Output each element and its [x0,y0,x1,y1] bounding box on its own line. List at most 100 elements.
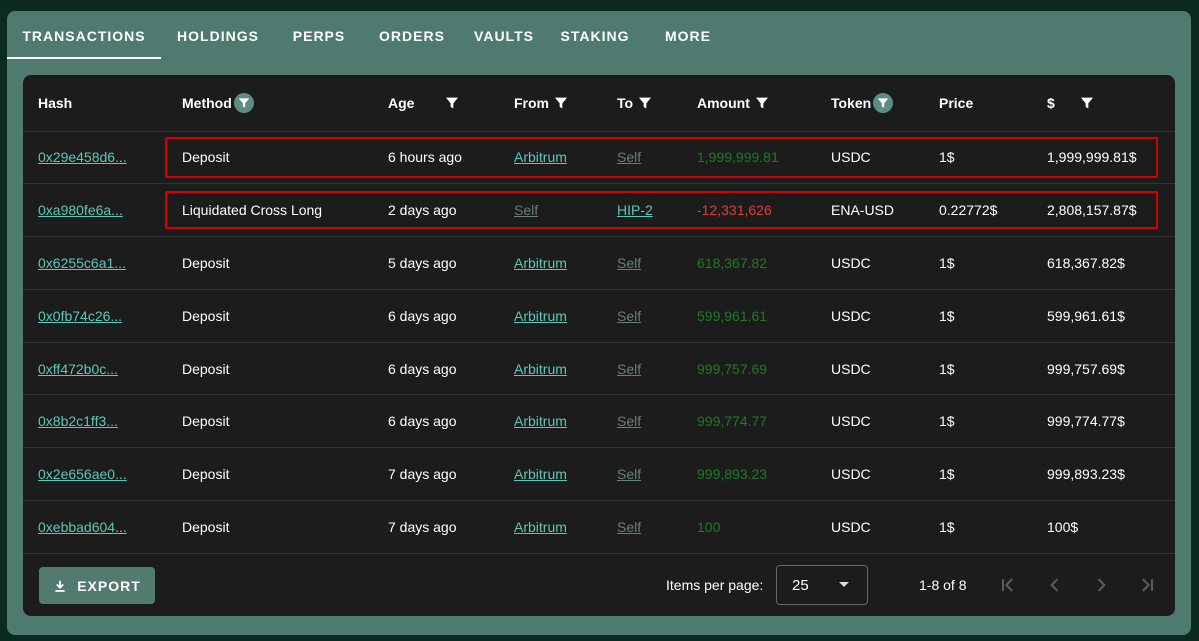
method-cell: Deposit [182,394,388,449]
age-cell: 2 days ago [388,183,514,238]
usd-cell: 999,774.77$ [1047,394,1175,449]
pagination-range: 1-8 of 8 [919,577,967,593]
filter-icon[interactable] [635,93,655,113]
from-link[interactable]: Arbitrum [514,519,567,535]
next-page-icon [1097,578,1106,592]
to-link[interactable]: HIP-2 [617,202,653,218]
tab-bar: TRANSACTIONS HOLDINGS PERPS ORDERS VAULT… [7,11,1191,59]
to-link[interactable]: Self [617,466,641,482]
price-cell: 1$ [939,447,1047,502]
from-link[interactable]: Arbitrum [514,466,567,482]
token-cell: USDC [831,394,939,449]
age-cell: 6 days ago [388,342,514,396]
method-cell: Deposit [182,289,388,343]
method-cell: Deposit [182,131,388,185]
transactions-panel: Hash Method Age From To Amount Token Pri… [23,75,1175,616]
age-cell: 7 days ago [388,500,514,554]
table-row: 0x29e458d6... Deposit 6 hours ago Arbitr… [23,131,1175,185]
method-cell: Deposit [182,447,388,502]
method-cell: Deposit [182,342,388,396]
tab-holdings[interactable]: HOLDINGS [161,11,275,59]
first-page-button[interactable] [996,573,1020,597]
to-link[interactable]: Self [617,255,641,271]
amount-cell: 100 [697,500,831,554]
from-link[interactable]: Arbitrum [514,361,567,377]
tab-vaults[interactable]: VAULTS [461,11,547,59]
method-cell: Deposit [182,500,388,554]
tab-orders[interactable]: ORDERS [363,11,461,59]
amount-cell: 1,999,999.81 [697,131,831,185]
amount-cell: -12,331,626 [697,183,831,238]
usd-cell: 1,999,999.81$ [1047,131,1175,185]
token-cell: USDC [831,447,939,502]
hash-link[interactable]: 0xebbad604... [38,519,127,535]
header-age: Age [388,75,514,132]
from-link[interactable]: Arbitrum [514,255,567,271]
usd-cell: 999,757.69$ [1047,342,1175,396]
filter-icon[interactable] [873,92,894,113]
items-per-page-select[interactable]: 25 [776,565,868,605]
header-to: To [617,75,697,132]
method-cell: Liquidated Cross Long [182,183,388,238]
header-from: From [514,75,617,132]
last-page-button[interactable] [1135,573,1159,597]
export-label: EXPORT [77,577,141,594]
transactions-table: Hash Method Age From To Amount Token Pri… [23,75,1175,554]
token-cell: USDC [831,500,939,554]
tab-perps[interactable]: PERPS [275,11,363,59]
header-token: Token [831,75,939,132]
hash-link[interactable]: 0xff472b0c... [38,361,118,377]
age-cell: 5 days ago [388,236,514,290]
hash-link[interactable]: 0x6255c6a1... [38,255,126,271]
table-header-row: Hash Method Age From To Amount Token Pri… [23,75,1175,132]
filter-icon[interactable] [551,93,571,113]
token-cell: ENA-USD [831,183,939,238]
tab-transactions[interactable]: TRANSACTIONS [7,11,161,59]
table-row: 0x0fb74c26... Deposit 6 days ago Arbitru… [23,289,1175,343]
from-link[interactable]: Self [514,202,538,218]
from-link[interactable]: Arbitrum [514,149,567,165]
usd-cell: 599,961.61$ [1047,289,1175,343]
token-cell: USDC [831,236,939,290]
items-per-page-label: Items per page: [666,577,764,593]
price-cell: 1$ [939,289,1047,343]
price-cell: 1$ [939,500,1047,554]
table-row: 0xebbad604... Deposit 7 days ago Arbitru… [23,500,1175,554]
next-page-button[interactable] [1089,573,1113,597]
price-cell: 1$ [939,342,1047,396]
tab-staking[interactable]: STAKING [547,11,643,59]
from-link[interactable]: Arbitrum [514,308,567,324]
hash-link[interactable]: 0x2e656ae0... [38,466,127,482]
filter-icon[interactable] [752,93,772,113]
to-link[interactable]: Self [617,308,641,324]
price-cell: 1$ [939,131,1047,185]
amount-cell: 999,757.69 [697,342,831,396]
amount-cell: 618,367.82 [697,236,831,290]
hash-link[interactable]: 0x8b2c1ff3... [38,413,118,429]
usd-cell: 999,893.23$ [1047,447,1175,502]
items-per-page-value: 25 [792,576,809,594]
amount-cell: 599,961.61 [697,289,831,343]
export-button[interactable]: EXPORT [39,567,155,604]
filter-icon[interactable] [442,93,462,113]
hash-link[interactable]: 0x29e458d6... [38,149,127,165]
table-row: 0xff472b0c... Deposit 6 days ago Arbitru… [23,342,1175,396]
to-link[interactable]: Self [617,519,641,535]
header-hash: Hash [23,75,182,132]
table-row: 0x2e656ae0... Deposit 7 days ago Arbitru… [23,447,1175,502]
age-cell: 6 days ago [388,394,514,449]
to-link[interactable]: Self [617,413,641,429]
token-cell: USDC [831,289,939,343]
from-link[interactable]: Arbitrum [514,413,567,429]
prev-page-button[interactable] [1043,573,1067,597]
download-icon [55,580,65,592]
tab-more[interactable]: MORE [643,11,733,59]
to-link[interactable]: Self [617,361,641,377]
hash-link[interactable]: 0x0fb74c26... [38,308,122,324]
filter-icon[interactable] [233,92,254,113]
hash-link[interactable]: 0xa980fe6a... [38,202,123,218]
to-link[interactable]: Self [617,149,641,165]
chevron-down-icon [839,582,849,587]
filter-icon[interactable] [1077,93,1097,113]
method-cell: Deposit [182,236,388,290]
